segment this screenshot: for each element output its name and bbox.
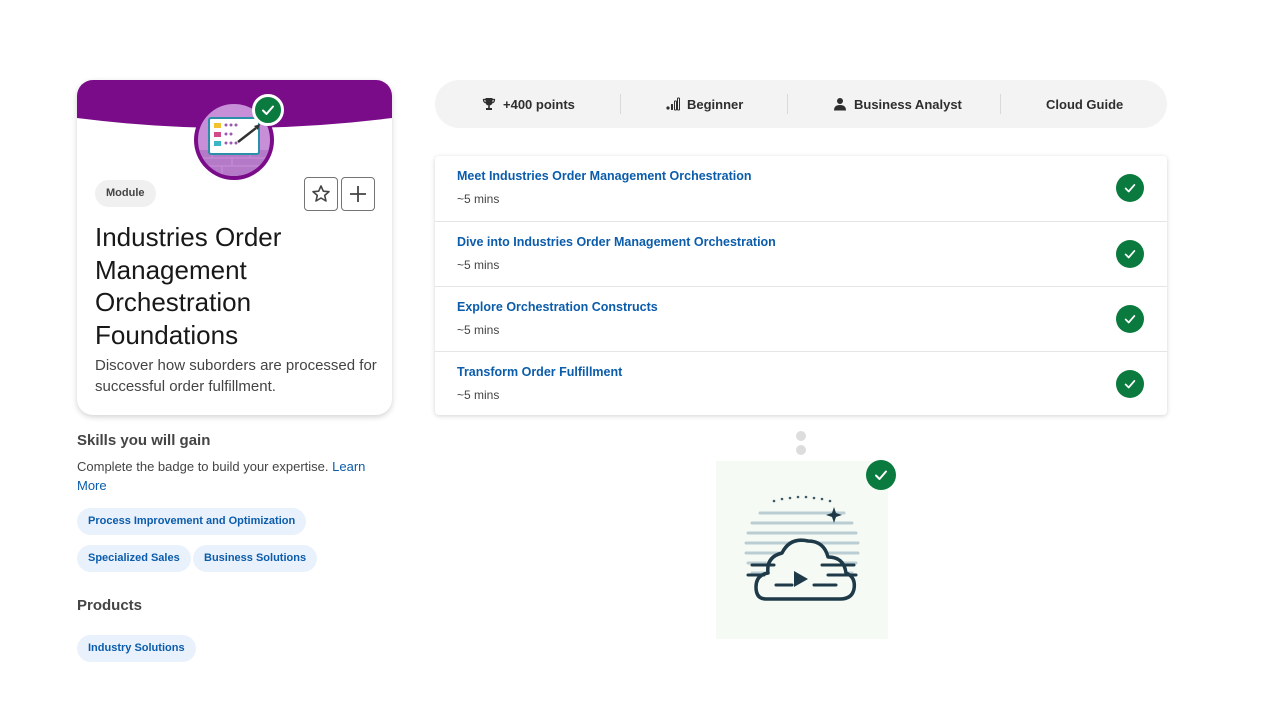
product-pill[interactable]: Industry Solutions — [77, 635, 196, 662]
role-label: Business Analyst — [854, 96, 962, 112]
stat-divider — [620, 94, 621, 114]
connector-dot — [796, 431, 806, 441]
guide-stat: Cloud Guide — [1046, 80, 1123, 128]
module-card: Module Industries Order Management Orche… — [77, 80, 392, 415]
unit-title-link[interactable]: Transform Order Fulfillment — [457, 365, 622, 379]
module-type-badge: Module — [95, 180, 156, 207]
connector-dot — [796, 445, 806, 455]
unit-title-link[interactable]: Dive into Industries Order Management Or… — [457, 235, 776, 249]
cloud-play-icon — [716, 461, 888, 639]
skills-note-text: Complete the badge to build your experti… — [77, 459, 329, 474]
unit-row[interactable]: Explore Orchestration Constructs ~5 mins — [435, 286, 1167, 351]
unit-row[interactable]: Transform Order Fulfillment ~5 mins — [435, 351, 1167, 415]
unit-title-link[interactable]: Meet Industries Order Management Orchest… — [457, 169, 752, 183]
points-label: +400 points — [503, 96, 575, 112]
skills-heading: Skills you will gain — [77, 432, 211, 449]
unit-duration: ~5 mins — [457, 388, 500, 402]
check-icon — [1116, 240, 1144, 268]
role-stat: Business Analyst — [833, 80, 962, 128]
level-stat: Beginner — [666, 80, 743, 128]
unit-duration: ~5 mins — [457, 192, 500, 206]
module-complete-check-icon — [252, 94, 284, 126]
stat-divider — [787, 94, 788, 114]
module-title: Industries Order Management Orchestratio… — [95, 222, 282, 350]
unit-duration: ~5 mins — [457, 323, 500, 337]
favorite-button[interactable] — [304, 177, 338, 211]
check-icon — [1116, 370, 1144, 398]
plus-icon — [350, 186, 366, 202]
skill-pill[interactable]: Specialized Sales — [77, 545, 191, 572]
user-icon — [834, 98, 846, 111]
guide-label: Cloud Guide — [1046, 96, 1124, 112]
badge-complete-check-icon — [866, 460, 896, 490]
skill-pill[interactable]: Process Improvement and Optimization — [77, 508, 307, 535]
unit-row[interactable]: Dive into Industries Order Management Or… — [435, 221, 1167, 286]
points-stat: +400 points — [482, 80, 575, 128]
trophy-icon — [482, 98, 496, 110]
check-icon — [1116, 305, 1144, 333]
skills-note: Complete the badge to build your experti… — [77, 457, 387, 495]
stat-divider — [1000, 94, 1001, 114]
module-description: Discover how suborders are processed for… — [95, 357, 377, 395]
unit-row[interactable]: Meet Industries Order Management Orchest… — [435, 156, 1167, 221]
skill-pill[interactable]: Business Solutions — [193, 545, 318, 572]
signal-level-icon — [666, 97, 680, 111]
module-stats-bar: +400 points Beginner Business Analyst Cl… — [435, 80, 1167, 128]
level-label: Beginner — [687, 96, 744, 112]
star-icon — [312, 185, 330, 202]
check-icon — [1116, 174, 1144, 202]
products-heading: Products — [77, 597, 143, 614]
units-list: Meet Industries Order Management Orchest… — [435, 156, 1167, 415]
unit-title-link[interactable]: Explore Orchestration Constructs — [457, 300, 658, 314]
add-to-list-button[interactable] — [341, 177, 375, 211]
unit-duration: ~5 mins — [457, 258, 500, 272]
